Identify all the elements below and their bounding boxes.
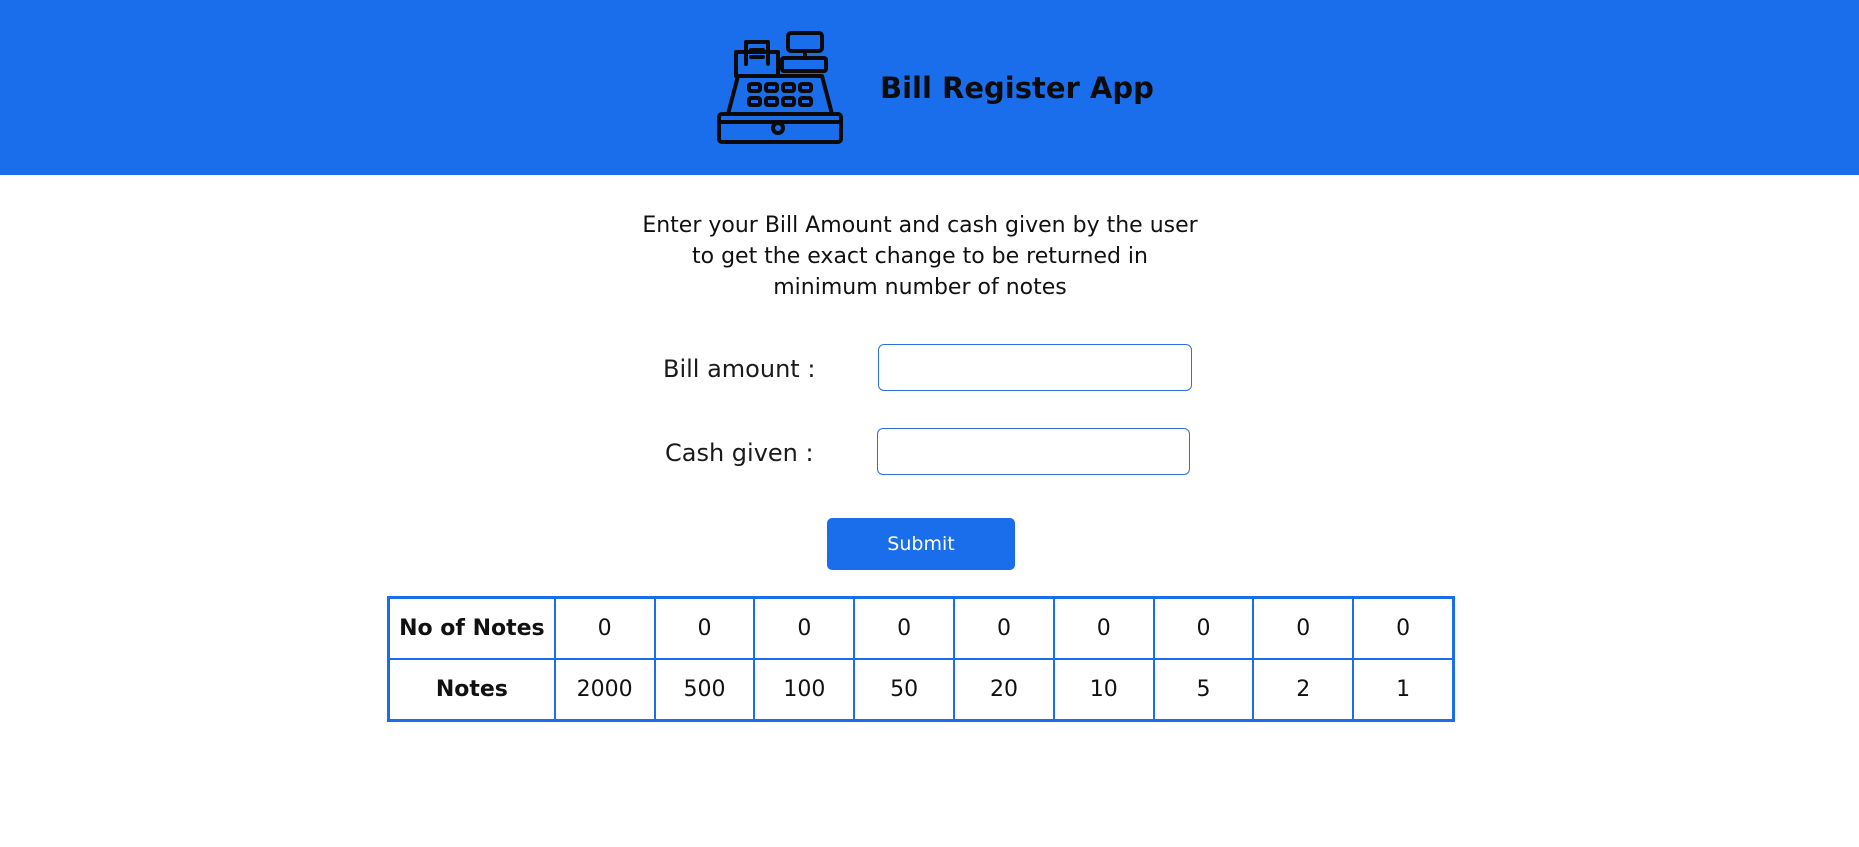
note-denomination-cell: 20	[953, 658, 1055, 722]
note-count-cell: 0	[753, 596, 856, 660]
cash-register-icon	[717, 31, 843, 144]
row-header-notes: Notes	[387, 658, 556, 722]
note-count-cell: 0	[1052, 596, 1155, 660]
note-denomination-cell: 1	[1352, 658, 1455, 722]
note-denomination-cell: 50	[853, 658, 956, 722]
app-header: Bill Register App	[0, 0, 1859, 175]
notes-table: No of Notes 0 0 0 0 0 0 0 0 0 Notes 2000…	[387, 596, 1455, 722]
note-count-cell: 0	[553, 596, 656, 660]
cash-given-label: Cash given :	[665, 439, 814, 467]
note-denomination-cell: 5	[1152, 658, 1255, 722]
app-title: Bill Register App	[880, 71, 1154, 105]
note-denomination-cell: 500	[653, 658, 756, 722]
note-count-cell: 0	[1352, 596, 1455, 660]
note-count-cell: 0	[1152, 596, 1255, 660]
table-row-notes: Notes 2000 500 100 50 20 10 5 2 1	[387, 658, 1455, 722]
table-row-no-of-notes: No of Notes 0 0 0 0 0 0 0 0 0	[387, 596, 1455, 660]
submit-button[interactable]: Submit	[827, 518, 1015, 570]
note-count-cell: 0	[653, 596, 756, 660]
note-denomination-cell: 10	[1052, 658, 1155, 722]
note-denomination-cell: 2000	[553, 658, 656, 722]
note-count-cell: 0	[1252, 596, 1355, 660]
note-denomination-cell: 100	[753, 658, 856, 722]
row-header-no-of-notes: No of Notes	[387, 596, 556, 660]
instructions-text: Enter your Bill Amount and cash given by…	[642, 213, 1198, 300]
note-count-cell: 0	[953, 596, 1055, 660]
bill-amount-input[interactable]	[878, 344, 1192, 391]
note-denomination-cell: 2	[1252, 658, 1355, 722]
cash-given-input[interactable]	[877, 428, 1190, 475]
bill-amount-label: Bill amount :	[663, 355, 816, 383]
note-count-cell: 0	[853, 596, 956, 660]
